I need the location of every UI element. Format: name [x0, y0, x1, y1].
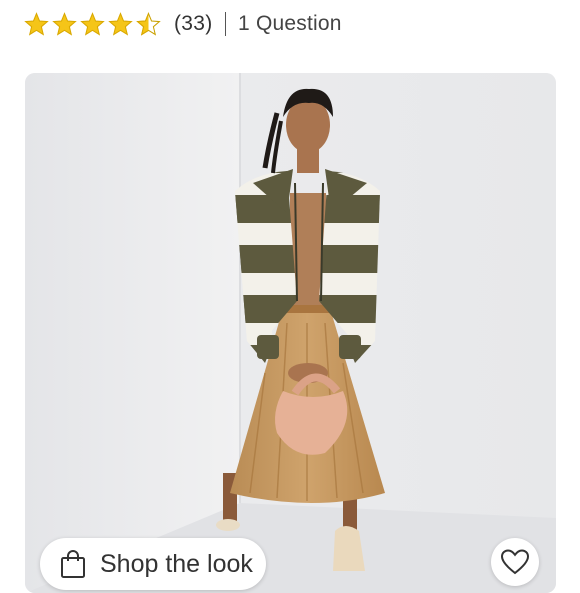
rating-row[interactable]: (33) 1 Question [24, 8, 342, 40]
shopping-bag-icon [61, 550, 85, 578]
star-half-icon [136, 11, 161, 36]
shop-the-look-label: Shop the look [100, 549, 253, 578]
divider [224, 12, 227, 36]
questions-link[interactable]: 1 Question [238, 12, 342, 36]
product-image-container[interactable] [25, 73, 556, 593]
review-count[interactable]: (33) [174, 12, 213, 36]
favorite-button[interactable] [491, 538, 539, 586]
star-icon [108, 11, 133, 36]
heart-icon [500, 549, 530, 575]
product-photo [25, 73, 556, 593]
star-rating [24, 11, 164, 37]
star-icon [80, 11, 105, 36]
star-icon [24, 11, 49, 36]
star-icon [52, 11, 77, 36]
shop-the-look-button[interactable]: Shop the look [40, 538, 266, 590]
